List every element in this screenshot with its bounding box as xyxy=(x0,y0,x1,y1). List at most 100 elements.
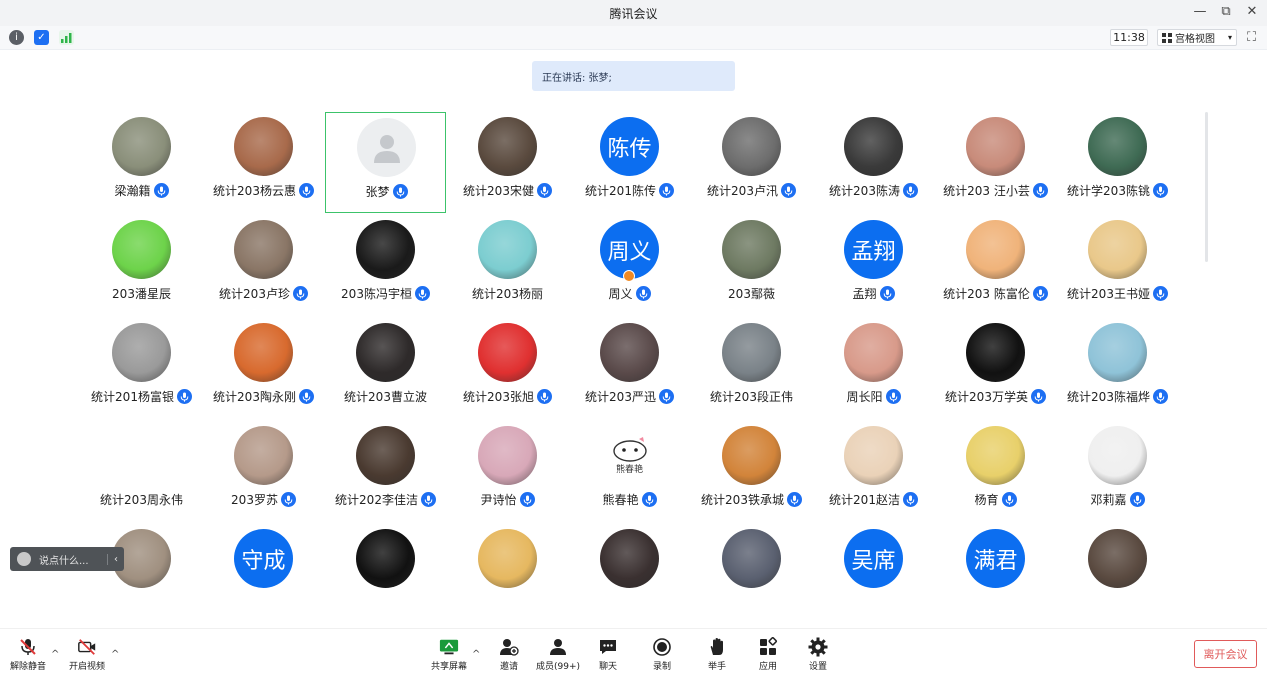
participant-tile[interactable]: 孟翔 孟翔 xyxy=(813,215,934,316)
avatar xyxy=(844,323,903,382)
leave-meeting-button[interactable]: 离开会议 xyxy=(1194,640,1257,668)
participant-tile[interactable]: 邓莉嘉 xyxy=(1057,421,1178,522)
emoji-icon[interactable] xyxy=(17,552,31,566)
participant-tile[interactable]: 统计203段正伟 xyxy=(691,318,812,419)
participant-tile[interactable]: 203罗苏 xyxy=(203,421,324,522)
participant-name-row: 邓莉嘉 xyxy=(1057,491,1178,508)
participant-tile[interactable]: 统计203陈福烨 xyxy=(1057,318,1178,419)
participant-name-row: 周长阳 xyxy=(813,388,934,405)
participant-tile[interactable]: 统计203严迅 xyxy=(569,318,690,419)
avatar xyxy=(234,323,293,382)
participant-tile[interactable] xyxy=(325,524,446,625)
avatar xyxy=(112,117,171,176)
raise-hand-button[interactable]: 举手 xyxy=(692,637,742,672)
avatar xyxy=(356,529,415,588)
participant-tile[interactable]: 统计学203陈铫 xyxy=(1057,112,1178,213)
mic-icon xyxy=(902,183,918,198)
participant-tile[interactable]: 杨育 xyxy=(935,421,1056,522)
participant-tile[interactable]: 周长阳 xyxy=(813,318,934,419)
camera-off-icon xyxy=(77,637,97,657)
participant-tile[interactable] xyxy=(691,524,812,625)
video-options-caret[interactable]: ^ xyxy=(111,649,119,660)
participant-name-row: 统计203卢珍 xyxy=(203,285,324,302)
participant-name-row: 统计203王书娅 xyxy=(1057,285,1178,302)
mic-icon xyxy=(780,183,796,198)
participant-name-row: 尹诗怡 xyxy=(447,491,568,508)
participant-name: 邓莉嘉 xyxy=(1090,493,1127,507)
participant-tile[interactable]: 周义 周义 xyxy=(569,215,690,316)
start-video-button[interactable]: 开启视频 xyxy=(62,637,112,672)
record-button[interactable]: 录制 xyxy=(637,637,687,672)
participant-tile[interactable]: 统计203 汪小芸 xyxy=(935,112,1056,213)
share-options-caret[interactable]: ^ xyxy=(472,649,480,660)
chat-input-pill[interactable]: 说点什么... ‹ xyxy=(10,547,124,571)
participant-tile[interactable]: 熊春艳 熊春艳 xyxy=(569,421,690,522)
participant-name-row: 杨育 xyxy=(935,491,1056,508)
grid-scrollbar[interactable] xyxy=(1205,112,1208,262)
audio-options-caret[interactable]: ^ xyxy=(51,649,59,660)
apps-icon xyxy=(758,637,778,657)
participant-name: 203陈冯宇桓 xyxy=(341,287,412,301)
participant-tile[interactable]: 统计203 陈富伦 xyxy=(935,215,1056,316)
participant-name: 统计203卢珍 xyxy=(219,287,290,301)
mic-muted-icon xyxy=(18,637,38,657)
participant-name: 统计203杨云惠 xyxy=(213,184,296,198)
participant-tile[interactable]: 统计203铁承城 xyxy=(691,421,812,522)
participant-name: 杨育 xyxy=(974,493,999,507)
participant-tile[interactable] xyxy=(569,524,690,625)
participant-tile[interactable]: 统计203周永伟 xyxy=(81,421,202,522)
participant-tile[interactable]: 守成 xyxy=(203,524,324,625)
participant-tile[interactable] xyxy=(1057,524,1178,625)
participant-tile[interactable]: 统计203宋健 xyxy=(447,112,568,213)
participant-tile[interactable]: 梁瀚籍 xyxy=(81,112,202,213)
participant-tile[interactable] xyxy=(447,524,568,625)
collapse-chat-icon[interactable]: ‹ xyxy=(107,553,118,565)
avatar: 熊春艳 xyxy=(600,426,659,485)
share-screen-button[interactable]: 共享屏幕 xyxy=(424,637,474,672)
participant-tile[interactable]: 统计203陶永刚 xyxy=(203,318,324,419)
mic-icon xyxy=(1152,183,1168,198)
participant-name-row: 统计203张旭 xyxy=(447,388,568,405)
participant-name-row: 统计203陶永刚 xyxy=(203,388,324,405)
participant-tile[interactable]: 统计203万学英 xyxy=(935,318,1056,419)
participant-tile[interactable]: 统计201赵洁 xyxy=(813,421,934,522)
mic-icon xyxy=(879,286,895,301)
participant-tile[interactable]: 吴席 xyxy=(813,524,934,625)
members-button[interactable]: 成员(99+) xyxy=(533,637,583,672)
invite-button[interactable]: 邀请 xyxy=(484,637,534,672)
participant-tile[interactable]: 203陈冯宇桓 xyxy=(325,215,446,316)
unmute-button[interactable]: 解除静音 xyxy=(3,637,53,672)
participant-tile[interactable]: 统计201杨富银 xyxy=(81,318,202,419)
participant-tile[interactable]: 张梦 xyxy=(325,112,446,213)
participant-tile[interactable]: 统计203曹立波 xyxy=(325,318,446,419)
participant-name-row: 统计203杨丽 xyxy=(447,285,568,302)
participant-tile[interactable]: 统计203陈涛 xyxy=(813,112,934,213)
participant-tile[interactable]: 203鄢薇 xyxy=(691,215,812,316)
avatar xyxy=(1088,323,1147,382)
participant-tile[interactable]: 统计203卢珍 xyxy=(203,215,324,316)
participant-tile[interactable]: 统计202李佳洁 xyxy=(325,421,446,522)
participant-name: 统计203万学英 xyxy=(945,390,1028,404)
participant-tile[interactable]: 统计203杨丽 xyxy=(447,215,568,316)
add-user-icon xyxy=(499,637,519,657)
participant-tile[interactable]: 满君 xyxy=(935,524,1056,625)
participant-tile[interactable]: 统计203王书娅 xyxy=(1057,215,1178,316)
mic-icon xyxy=(392,184,408,199)
participant-tile[interactable]: 陈传 统计201陈传 xyxy=(569,112,690,213)
participant-name: 梁瀚籍 xyxy=(114,184,151,198)
avatar xyxy=(234,426,293,485)
participant-tile[interactable]: 统计203张旭 xyxy=(447,318,568,419)
participant-tile[interactable] xyxy=(81,524,202,625)
participant-name-row: 统计203万学英 xyxy=(935,388,1056,405)
participant-name: 张梦 xyxy=(365,185,390,199)
participant-tile[interactable]: 统计203卢汛 xyxy=(691,112,812,213)
chat-button[interactable]: 聊天 xyxy=(583,637,633,672)
avatar-initials: 周义 xyxy=(607,239,652,265)
participant-tile[interactable]: 尹诗怡 xyxy=(447,421,568,522)
settings-button[interactable]: 设置 xyxy=(793,637,843,672)
avatar xyxy=(844,117,903,176)
apps-button[interactable]: 应用 xyxy=(743,637,793,672)
participant-tile[interactable]: 203潘星辰 xyxy=(81,215,202,316)
members-label: 成员(99+) xyxy=(535,662,581,672)
participant-tile[interactable]: 统计203杨云惠 xyxy=(203,112,324,213)
